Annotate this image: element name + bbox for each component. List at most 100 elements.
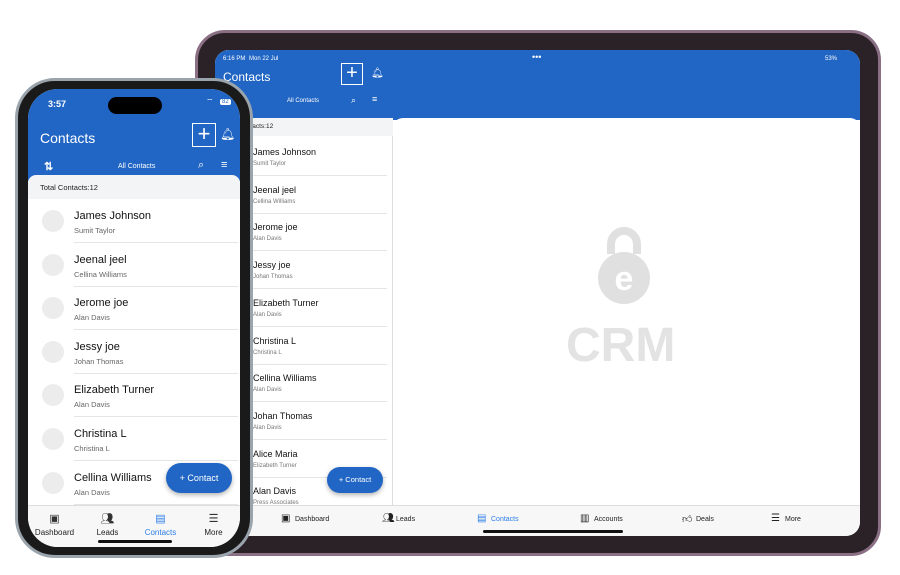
contact-owner: Alan Davis — [74, 313, 110, 323]
contact-list-item[interactable]: Jessy joe Johan Thomas — [74, 330, 238, 374]
contact-name: Jerome joe — [74, 297, 129, 310]
tab-label: More — [204, 528, 223, 537]
contact-owner: Christina L — [253, 349, 282, 356]
contact-owner: Alan Davis — [74, 487, 110, 497]
add-contact-fab[interactable]: + Contact — [327, 467, 383, 493]
contact-list-item[interactable]: Christina L Christina L — [74, 417, 238, 461]
multitask-dots-icon[interactable]: ••• — [532, 52, 541, 62]
contact-name: Christina L — [253, 335, 297, 346]
contact-name: Elizabeth Turner — [74, 384, 155, 397]
avatar — [42, 340, 64, 363]
contact-owner: Alan Davis — [253, 387, 282, 394]
contact-name: Jeenal jeel — [253, 184, 297, 195]
building-icon: ▥ — [580, 513, 590, 524]
contact-list-item[interactable]: James Johnson Sumit Taylor — [253, 138, 387, 176]
detail-pane: e CRM — [393, 118, 860, 505]
contact-list-item[interactable]: Jerome joe Alan Davis — [253, 213, 387, 252]
tab-more[interactable]: ☰ More — [187, 506, 240, 546]
total-contacts: Total Contacts:12 — [40, 183, 98, 192]
contact-owner: Alan Davis — [253, 236, 282, 243]
tablet-device: Contacts + 🔔︎ All Contacts ⌕ ≡ Total Con… — [195, 30, 881, 556]
tab-label: Deals — [696, 516, 714, 523]
contact-name: Jessy joe — [74, 340, 120, 353]
wifi-icon: ⌔ — [206, 97, 214, 106]
contact-name: Jeenal jeel — [74, 253, 127, 266]
contact-owner: Cellina Williams — [74, 269, 127, 279]
contact-list-item[interactable]: Johan Thomas Alan Davis — [253, 402, 387, 440]
contact-owner: Alan Davis — [253, 424, 282, 431]
tab-label: Accounts — [594, 516, 623, 523]
filter-icon[interactable]: ≡ — [372, 94, 377, 104]
thumbs-up-icon: 👍︎ — [682, 514, 693, 525]
tab-dashboard[interactable]: ▣ Dashboard — [28, 506, 81, 546]
contact-name: Alan Davis — [253, 486, 297, 497]
tab-label: Leads — [396, 516, 416, 523]
add-contact-button[interactable]: + — [341, 63, 363, 85]
avatar — [42, 428, 64, 450]
menu-icon: ☰ — [208, 513, 219, 525]
status-time: 3:57 — [48, 99, 67, 109]
avatar — [42, 384, 64, 407]
add-contact-button[interactable]: + — [192, 123, 216, 147]
tab-label: Contacts — [491, 516, 519, 523]
contact-name: Elizabeth Turner — [253, 297, 319, 308]
contact-name: James Johnson — [253, 147, 317, 157]
filter-icon[interactable]: ≡ — [221, 159, 227, 171]
users-icon: 👥︎ — [382, 513, 395, 524]
add-contact-fab[interactable]: + Contact — [166, 463, 232, 493]
contact-list-item[interactable]: Christina L Christina L — [253, 327, 387, 365]
dynamic-island — [108, 97, 162, 114]
contact-list-item[interactable]: Jeenal jeel Cellina Williams — [74, 243, 238, 287]
crm-logo-icon: e — [598, 227, 650, 304]
contact-name: Alice Maria — [253, 448, 298, 459]
search-icon[interactable]: ⌕ — [198, 159, 204, 172]
contact-owner: Sumit Taylor — [74, 226, 116, 235]
contact-owner: Elizabeth Turner — [253, 462, 297, 469]
avatar — [42, 210, 64, 232]
contact-owner: Johan Thomas — [74, 356, 124, 366]
contact-list-item[interactable]: Jerome joe Alan Davis — [74, 286, 238, 331]
filter-dropdown[interactable]: All Contacts — [118, 163, 155, 170]
phone-device: 3:57 ⌔ 82 Contacts + 🔔︎ ⇅ All Contacts ⌕… — [15, 78, 253, 558]
home-indicator — [98, 540, 172, 543]
contact-name: Christina L — [74, 428, 127, 440]
contact-owner: Johan Thomas — [253, 274, 293, 281]
contact-list-item[interactable]: Elizabeth Turner Alan Davis — [74, 373, 238, 418]
status-battery: 53% — [825, 56, 838, 62]
avatar — [42, 471, 64, 494]
tab-label: Leads — [96, 528, 119, 537]
contact-owner: Sumit Taylor — [253, 161, 286, 167]
tab-label: Dashboard — [295, 516, 330, 523]
avatar — [42, 253, 64, 276]
crm-logo-text: CRM — [566, 319, 676, 372]
filter-dropdown[interactable]: All Contacts — [287, 98, 319, 104]
contact-owner: Cellina Williams — [253, 198, 296, 205]
search-icon[interactable]: ⌕ — [351, 95, 356, 106]
contact-owner: Alan Davis — [74, 400, 110, 410]
page-title: Contacts — [40, 130, 96, 146]
contact-owner: Alan Davis — [253, 311, 282, 318]
contact-list-item[interactable]: James Johnson Sumit Taylor — [74, 199, 238, 243]
contact-name: James Johnson — [74, 210, 152, 222]
tab-label: More — [785, 516, 801, 523]
home-indicator — [483, 530, 623, 533]
sort-icon[interactable]: ⇅ — [44, 160, 53, 173]
contact-name: Cellina Williams — [253, 373, 317, 384]
bell-icon[interactable]: 🔔︎ — [220, 127, 235, 141]
bell-icon[interactable]: 🔔︎ — [371, 68, 384, 79]
tab-label: Dashboard — [34, 528, 75, 537]
status-time: 6:16 PM — [223, 56, 246, 62]
tablet-screen: Contacts + 🔔︎ All Contacts ⌕ ≡ Total Con… — [215, 50, 860, 536]
menu-icon: ☰ — [771, 513, 780, 524]
contact-owner: Christina L — [74, 444, 110, 453]
contact-list-item[interactable]: Elizabeth Turner Alan Davis — [253, 289, 387, 327]
contact-list-item[interactable]: Jessy joe Johan Thomas — [253, 251, 387, 290]
tab-label: Contacts — [144, 528, 177, 537]
status-battery: 82 — [220, 99, 231, 105]
dashboard-icon: ▣ — [49, 513, 60, 525]
contact-list-item[interactable]: Jeenal jeel Cellina Williams — [253, 176, 387, 214]
avatar — [42, 297, 64, 320]
status-date: Mon 22 Jul — [249, 56, 279, 62]
svg-text:e: e — [615, 260, 634, 298]
contact-list-item[interactable]: Cellina Williams Alan Davis — [253, 364, 387, 403]
